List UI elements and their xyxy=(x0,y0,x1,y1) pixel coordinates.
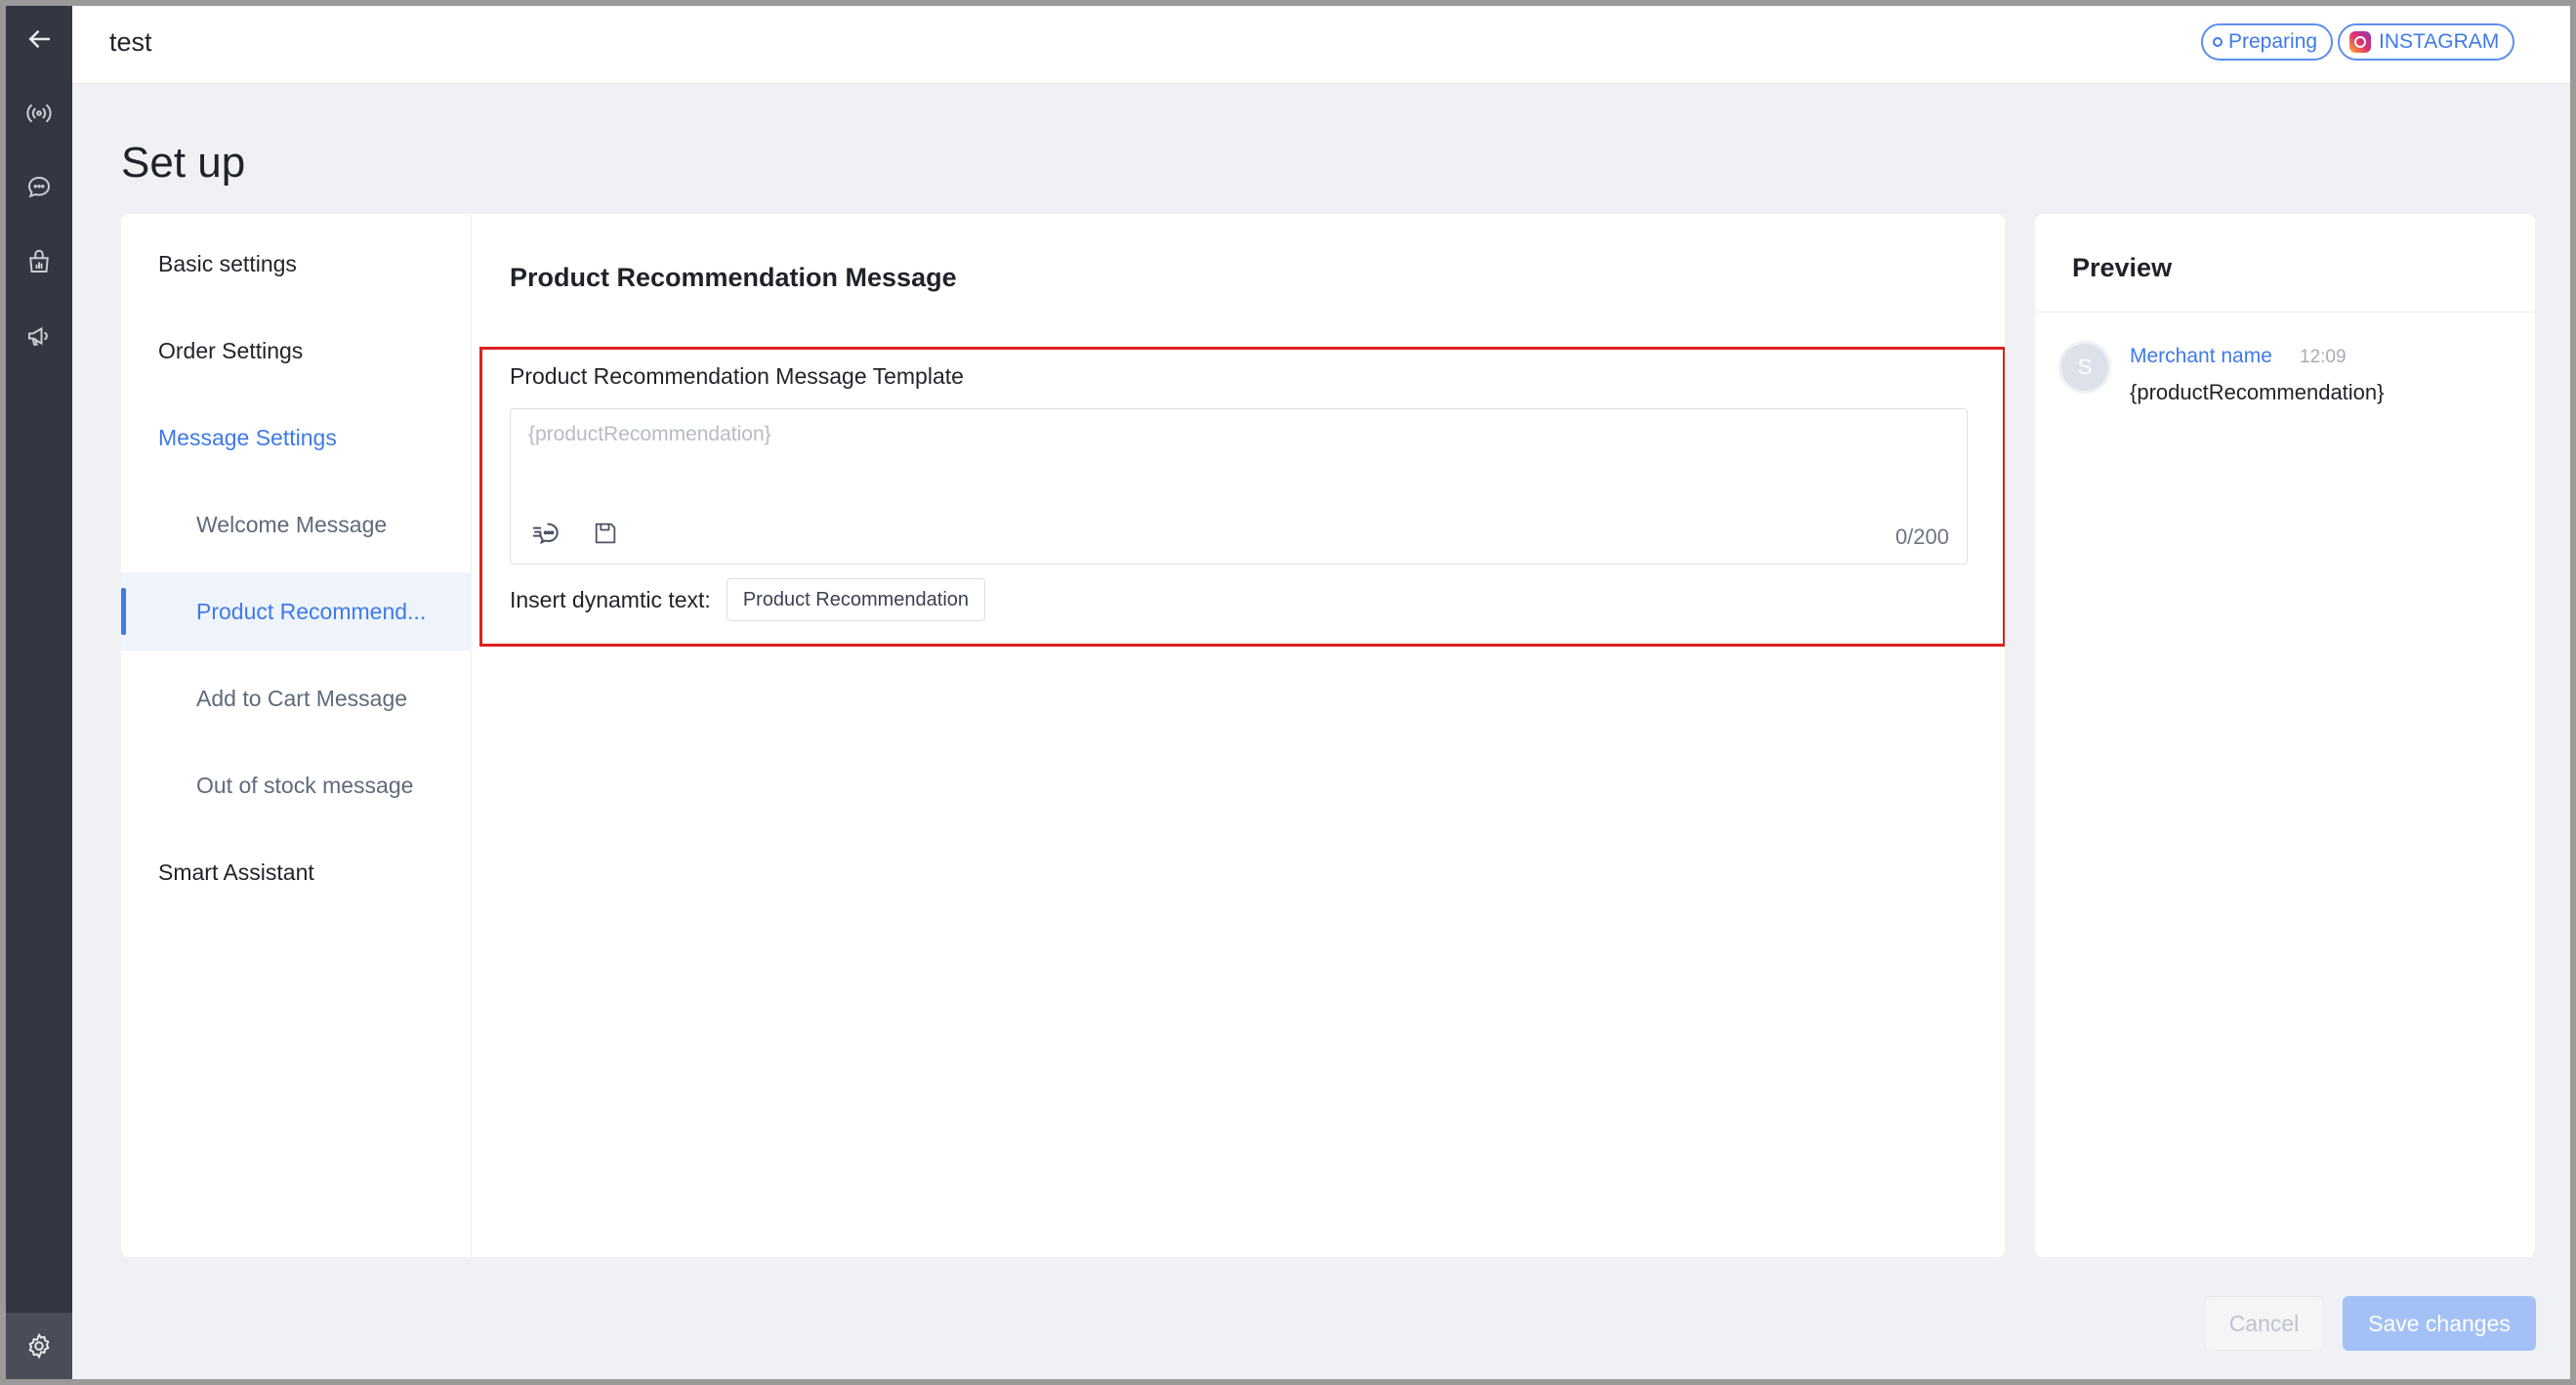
template-placeholder: {productRecommendation} xyxy=(528,423,771,445)
avatar: S xyxy=(2058,341,2111,394)
nav-basic-settings[interactable]: Basic settings xyxy=(121,225,472,303)
broadcast-icon[interactable] xyxy=(6,80,72,147)
preview-panel: Preview S Merchant name 12:09 {productRe… xyxy=(2035,214,2535,1257)
save-changes-button[interactable]: Save changes xyxy=(2343,1296,2536,1351)
status-badge-label: Preparing xyxy=(2228,30,2318,53)
nav-message-settings[interactable]: Message Settings xyxy=(121,399,472,477)
status-badge: Preparing xyxy=(2201,23,2334,61)
quick-reply-icon[interactable] xyxy=(530,517,563,550)
bot-name: test xyxy=(109,27,152,57)
merchant-name: Merchant name xyxy=(2130,345,2272,367)
preview-message-text: {productRecommendation} xyxy=(2130,380,2385,404)
back-arrow-icon[interactable] xyxy=(6,6,72,72)
settings-side-nav: Basic settings Order Settings Message Se… xyxy=(121,214,472,1257)
insert-dynamic-text-label: Insert dynamtic text: xyxy=(510,586,711,612)
top-bar: test Preparing INSTAGRAM xyxy=(72,6,2570,84)
insert-product-recommendation-button[interactable]: Product Recommendation xyxy=(726,578,986,621)
nav-add-to-cart-message[interactable]: Add to Cart Message xyxy=(121,659,472,737)
nav-label: Message Settings xyxy=(158,424,337,450)
megaphone-icon[interactable] xyxy=(6,303,72,369)
character-count: 0/200 xyxy=(1894,525,1949,549)
page-title: Set up xyxy=(121,139,246,187)
divider xyxy=(2035,312,2535,313)
settings-card: Basic settings Order Settings Message Se… xyxy=(121,214,2005,1257)
nav-out-of-stock-message[interactable]: Out of stock message xyxy=(121,746,472,824)
save-template-icon[interactable] xyxy=(589,517,622,550)
channel-badge: INSTAGRAM xyxy=(2338,23,2515,61)
preview-title: Preview xyxy=(2072,253,2173,282)
nav-label: Out of stock message xyxy=(196,772,414,798)
nav-welcome-message[interactable]: Welcome Message xyxy=(121,485,472,564)
nav-product-recommendation[interactable]: Product Recommend... xyxy=(121,572,472,651)
nav-label: Basic settings xyxy=(158,250,297,276)
template-field-label: Product Recommendation Message Template xyxy=(510,363,964,389)
nav-order-settings[interactable]: Order Settings xyxy=(121,312,472,390)
nav-label: Product Recommend... xyxy=(196,598,427,624)
instagram-icon xyxy=(2349,31,2371,53)
insert-dynamic-text-row: Insert dynamtic text: Product Recommenda… xyxy=(510,578,986,621)
section-title: Product Recommendation Message xyxy=(510,263,957,292)
channel-badge-label: INSTAGRAM xyxy=(2379,30,2500,53)
nav-label: Welcome Message xyxy=(196,511,388,537)
app-window: test Preparing INSTAGRAM Set up Basic se… xyxy=(6,6,2570,1379)
settings-gear-icon[interactable] xyxy=(6,1313,72,1379)
left-rail xyxy=(6,6,72,1379)
nav-label: Order Settings xyxy=(158,337,304,363)
nav-label: Smart Assistant xyxy=(158,859,314,885)
textarea-toolbar xyxy=(530,517,622,550)
store-analytics-icon[interactable] xyxy=(6,229,72,295)
status-dot-icon xyxy=(2213,37,2223,47)
nav-label: Add to Cart Message xyxy=(196,685,408,711)
message-timestamp: 12:09 xyxy=(2300,347,2347,367)
template-textarea[interactable]: {productRecommendation} 0/200 xyxy=(510,408,1968,565)
chat-icon[interactable] xyxy=(6,154,72,221)
nav-smart-assistant[interactable]: Smart Assistant xyxy=(121,833,472,911)
cancel-button[interactable]: Cancel xyxy=(2204,1296,2324,1351)
settings-content: Product Recommendation Message Product R… xyxy=(473,214,2005,1257)
